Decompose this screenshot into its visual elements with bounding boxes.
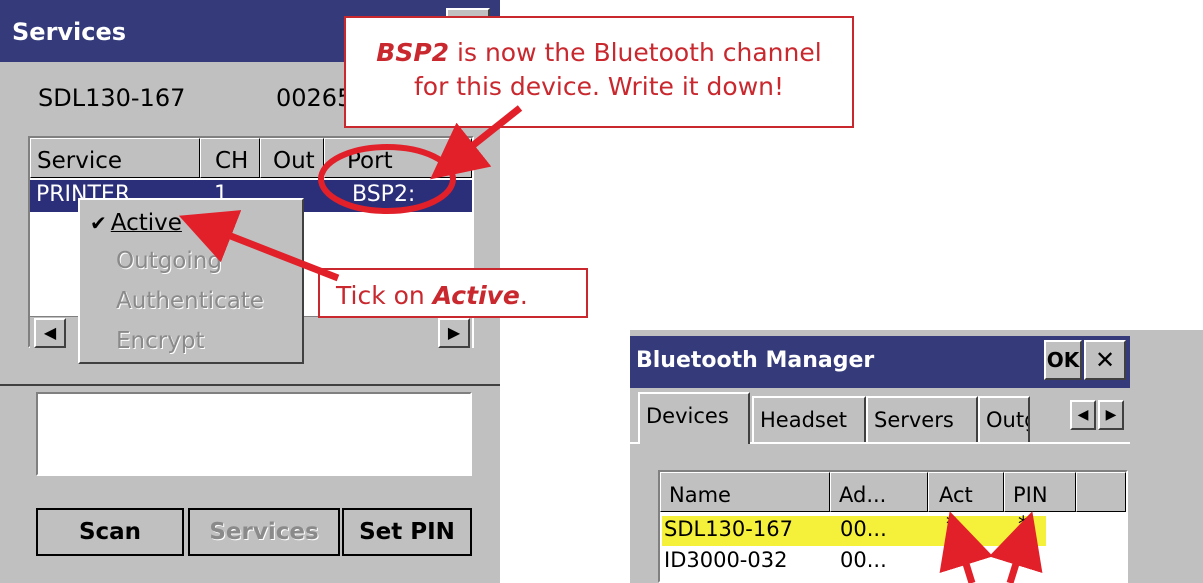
column-header-filler (1076, 472, 1126, 512)
device-row-act: * (946, 512, 957, 536)
column-header-port[interactable]: Port (324, 138, 472, 178)
column-header-service[interactable]: Service (30, 138, 200, 178)
annotation-tick-suffix: . (519, 281, 528, 310)
row-port: BSP2: (352, 182, 416, 207)
annotation-bsp2-line1: is now the Bluetooth channel (449, 38, 822, 67)
column-header-pin[interactable]: PIN (1004, 472, 1076, 512)
tab-devices[interactable]: Devices (638, 392, 750, 444)
bsp2-annotation-callout: BSP2 is now the Bluetooth channel for th… (344, 16, 854, 128)
menu-item-outgoing[interactable]: Outgoing (116, 248, 222, 274)
column-header-out[interactable]: Out (260, 138, 324, 178)
device-row-name: ID3000-032 (664, 548, 788, 572)
close-icon[interactable]: ✕ (1084, 340, 1126, 380)
device-name-label: SDL130-167 (38, 84, 186, 112)
scroll-right-icon[interactable]: ▶ (438, 318, 470, 348)
tab-servers[interactable]: Servers (866, 396, 978, 442)
services-button[interactable]: Services (188, 508, 340, 556)
annotation-bsp2: BSP2 (376, 38, 450, 67)
device-address-label: 00265 (276, 84, 353, 112)
column-header-ch[interactable]: CH (200, 138, 260, 178)
annotation-tick-word: Active (432, 281, 520, 310)
annotation-tick-prefix: Tick on (336, 281, 433, 310)
device-row-pin: * (1018, 512, 1029, 536)
column-header-act[interactable]: Act (928, 472, 1004, 512)
menu-item-active[interactable]: ✔ Active (90, 210, 182, 236)
services-lower-list[interactable] (36, 392, 472, 476)
menu-item-authenticate[interactable]: Authenticate (116, 288, 264, 314)
scan-button[interactable]: Scan (36, 508, 184, 556)
device-row-pin: * (1018, 543, 1029, 567)
tab-scroll-right-icon[interactable]: ▶ (1098, 400, 1124, 430)
checkmark-icon: ✔ (90, 211, 107, 235)
column-header-address[interactable]: Ad... (830, 472, 928, 512)
device-row-act: * (946, 543, 957, 567)
ok-button[interactable]: OK (1044, 340, 1082, 380)
column-header-name[interactable]: Name (660, 472, 830, 512)
menu-item-encrypt[interactable]: Encrypt (116, 328, 204, 354)
scroll-left-icon[interactable]: ◀ (34, 318, 66, 348)
device-row-address: 00... (840, 548, 887, 572)
set-pin-button[interactable]: Set PIN (342, 508, 472, 556)
services-divider (0, 384, 500, 386)
device-row-name: SDL130-167 (664, 517, 793, 541)
tab-headset[interactable]: Headset (752, 396, 866, 442)
device-row-address: 00... (840, 517, 887, 541)
services-title: Services (12, 18, 127, 46)
bluetooth-manager-title: Bluetooth Manager (636, 348, 875, 373)
tab-outgoing[interactable]: Outgoing (978, 396, 1030, 442)
annotation-bsp2-line2: for this device. Write it down! (413, 72, 785, 101)
tab-scroll-left-icon[interactable]: ◀ (1070, 400, 1096, 430)
tick-active-annotation-callout: Tick on Active. (318, 268, 588, 318)
menu-item-active-label: Active (110, 210, 182, 236)
